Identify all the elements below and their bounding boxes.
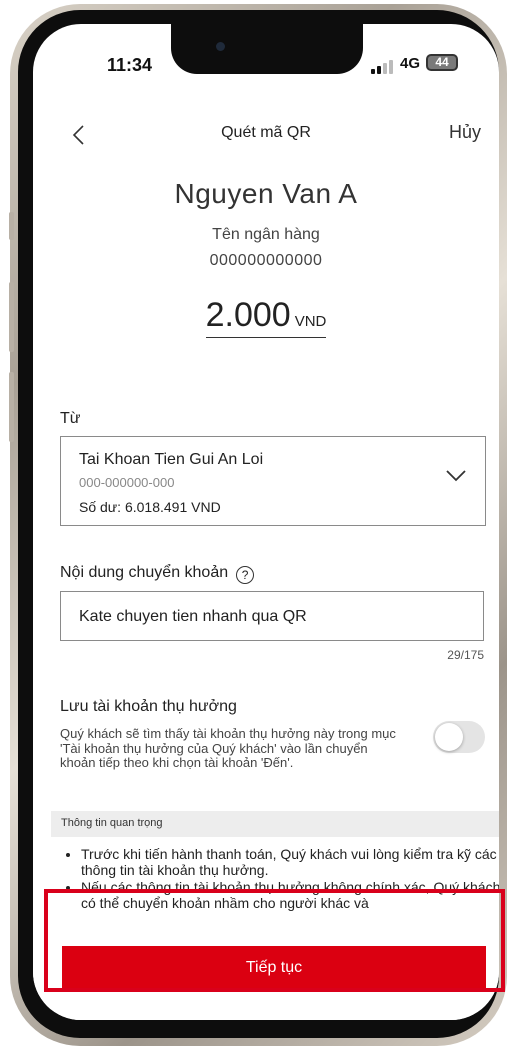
- camera-icon: [216, 42, 225, 51]
- volume-up-button: [9, 282, 14, 352]
- battery-icon: 44: [426, 54, 458, 71]
- source-account-name: Tai Khoan Tien Gui An Loi: [79, 451, 264, 468]
- notch: [171, 24, 363, 74]
- amount-value: 2.000: [205, 296, 291, 334]
- screen: 11:34 4G 44 Quét mã QR Hủy Nguyen Van A …: [33, 24, 499, 1020]
- save-beneficiary-title: Lưu tài khoản thụ hưởng: [60, 698, 237, 715]
- save-beneficiary-toggle[interactable]: [433, 721, 485, 753]
- battery-level: 44: [435, 55, 449, 69]
- transfer-content-label: Nội dung chuyển khoản?: [60, 564, 255, 584]
- important-info-title: Thông tin quan trọng: [61, 817, 163, 829]
- save-beneficiary-description: Quý khách sẽ tìm thấy tài khoản thụ hưởn…: [60, 726, 396, 770]
- source-account-balance: Số dư: 6.018.491 VND: [79, 499, 221, 515]
- recipient-account-number: 000000000000: [209, 252, 323, 269]
- char-counter: 29/175: [447, 648, 484, 662]
- page-title: Quét mã QR: [221, 124, 311, 141]
- status-time: 11:34: [107, 55, 153, 75]
- network-label: 4G: [400, 55, 421, 72]
- amount-currency: VND: [294, 313, 327, 330]
- mute-switch: [9, 212, 14, 240]
- volume-down-button: [9, 372, 14, 442]
- toggle-knob: [435, 723, 463, 751]
- transfer-content-label-text: Nội dung chuyển khoản: [60, 564, 229, 581]
- cancel-button[interactable]: Hủy: [449, 122, 481, 143]
- recipient-name: Nguyen Van A: [174, 178, 358, 209]
- transfer-content-input[interactable]: Kate chuyen tien nhanh qua QR: [60, 591, 484, 641]
- amount: 2.000 VND: [33, 296, 499, 338]
- chevron-down-icon: [446, 470, 466, 482]
- list-item: Trước khi tiến hành thanh toán, Quý khác…: [81, 846, 499, 878]
- source-account-select[interactable]: Tai Khoan Tien Gui An Loi 000-000000-000…: [60, 436, 486, 526]
- highlight-box: [44, 889, 505, 992]
- help-icon[interactable]: ?: [236, 566, 255, 584]
- source-account-number: 000-000000-000: [79, 475, 175, 490]
- important-info-header: Thông tin quan trọng: [51, 811, 499, 837]
- signal-icon: [371, 60, 397, 74]
- bank-name: Tên ngân hàng: [212, 226, 320, 243]
- from-label: Từ: [60, 410, 81, 427]
